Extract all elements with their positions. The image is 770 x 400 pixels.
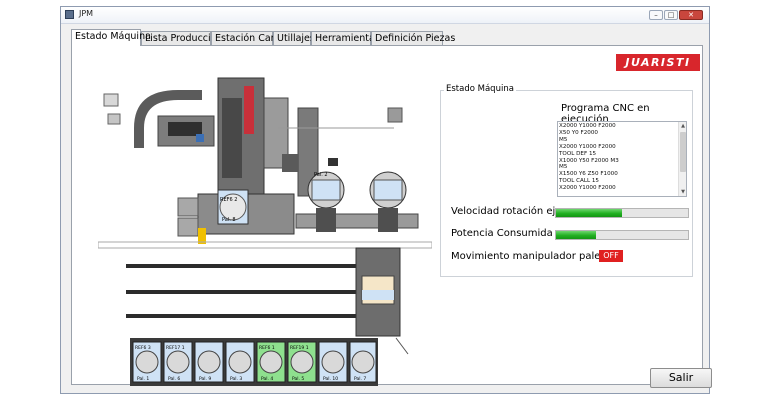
program-line: X1500 Y6 Z50 F1000 [559,171,618,178]
close-button[interactable]: ✕ [679,10,703,20]
rotation-label: Velocidad rotación eje [451,206,562,217]
control-cabinet-c [387,107,403,123]
coolant-unit [282,154,298,172]
program-line: X2000 Y1000 F2000 [559,143,616,150]
power-progress-bar [555,230,689,240]
program-line: M5 [559,164,568,171]
group-title: Estado Máquina [444,84,516,94]
gantry-pallet-base [362,290,394,300]
svg-text:Pal. 4: Pal. 4 [261,376,273,382]
estado-maquina-panel: REF6 2 Pal. 8 Pal. 2 REF6 3 Pal. 1 REF17… [71,45,712,388]
scroll-up-icon[interactable]: ▲ [680,123,686,129]
program-line: X2000 Y1000 F2000 [559,123,616,129]
svg-text:Pal. 1: Pal. 1 [137,376,149,382]
window-title: JPM [79,9,94,18]
svg-text:REF6 1: REF6 1 [259,345,275,351]
gantry-rail-2 [126,290,376,294]
svg-text:Pal. 5: Pal. 5 [292,376,304,382]
svg-text:REF19 1: REF19 1 [290,345,309,351]
plant-diagram: REF6 2 Pal. 8 Pal. 2 REF6 3 Pal. 1 REF17… [98,77,432,386]
storage-rail [295,213,419,229]
estado-maquina-group: Estado Máquina Programa CNC en ejecución… [440,84,693,277]
pallet-movement-label: Movimiento manipulador palet [451,251,605,262]
svg-text:Pal. 10: Pal. 10 [323,376,338,382]
power-progress-fill [556,231,596,239]
pallet-changer-left-2 [177,217,199,237]
cnc-program-textbox[interactable]: X2000 Y1000 F2000 X50 Y0 F2000 M5 X2000 … [557,121,687,197]
machine-pallet-number: Pal. 8 [222,217,236,223]
rotation-progress-bar [555,208,689,218]
juaristi-logo: JUARISTI [616,54,700,71]
pallet-changer-left [177,197,199,217]
rack-pallet-8: Pal. 7 [349,341,377,383]
rack-pallet-4: Pal. 3 [225,341,255,383]
svg-text:Pal. 2: Pal. 2 [314,172,328,178]
tab-estacion-carga[interactable]: Estación Carga [211,31,286,45]
program-line: TOOL CALL 15 [559,178,599,185]
gantry-arm [395,337,409,355]
program-line: X2000 Y1000 F2000 [559,185,616,192]
svg-text:Pal. 3: Pal. 3 [230,376,242,382]
control-cabinet-a [103,93,119,107]
robot-sensor [196,134,204,142]
spindle-head [244,86,254,134]
program-line: TOOL DEF 15 [559,150,597,157]
gantry-boundary [98,241,432,249]
app-icon [65,10,74,19]
machine-pallet-ref: REF6 2 [220,197,237,203]
scroll-down-icon[interactable]: ▼ [680,189,686,195]
tab-lista-produccion[interactable]: Lista Producción [141,31,223,45]
tab-estado-maquina[interactable]: Estado Máquina [71,29,151,46]
svg-text:REF6 3: REF6 3 [135,345,151,351]
gantry-rail-3 [126,314,376,318]
program-line: X50 Y0 F2000 [559,129,598,136]
pallet-sensor [328,158,338,166]
rack-pallet-2: REF17 1 Pal. 6 [163,341,193,383]
program-scrollbar[interactable]: ▲ ▼ [678,122,686,196]
rack-pallet-6: REF19 1 Pal. 5 [287,341,317,383]
minimize-button[interactable]: – [649,10,663,20]
svg-text:REF17 1: REF17 1 [166,345,185,351]
pallet-movement-status[interactable]: OFF [599,250,623,262]
tab-utillajes[interactable]: Utillajes [273,31,315,45]
title-bar: JPM – □ ✕ [61,7,709,24]
rack-pallet-5: REF6 1 Pal. 4 [256,341,286,383]
svg-text:Pal. 7: Pal. 7 [354,376,366,382]
program-line: M5 [559,136,568,143]
rack-pallet-7: Pal. 10 [318,341,348,383]
program-line: X1000 Y50 F2000 M3 [559,157,619,164]
exit-button[interactable]: Salir [650,368,712,388]
cnc-program-lines: X2000 Y1000 F2000 X50 Y0 F2000 M5 X2000 … [559,123,679,192]
plant-layout: REF6 2 Pal. 8 Pal. 2 REF6 3 Pal. 1 REF17… [98,68,432,398]
machine-frame [222,98,242,178]
svg-text:Pal. 9: Pal. 9 [199,376,211,382]
gantry-rail-1 [126,264,376,268]
rotation-progress-fill [556,209,622,217]
robot-arm [168,122,202,136]
scroll-thumb[interactable] [680,132,686,172]
rack-pallet-3: Pal. 9 [194,341,224,383]
tab-definicion-piezas[interactable]: Definición Piezas [371,31,455,45]
app-window: JPM – □ ✕ Estado Máquina Lista Producció… [60,6,712,394]
rack-pallet-1: REF6 3 Pal. 1 [132,341,162,383]
control-cabinet-b [107,113,121,125]
tab-herramientas[interactable]: Herramientas [311,31,380,45]
power-label: Potencia Consumida [451,228,553,239]
svg-text:Pal. 6: Pal. 6 [168,376,180,382]
maximize-button[interactable]: □ [664,10,678,20]
